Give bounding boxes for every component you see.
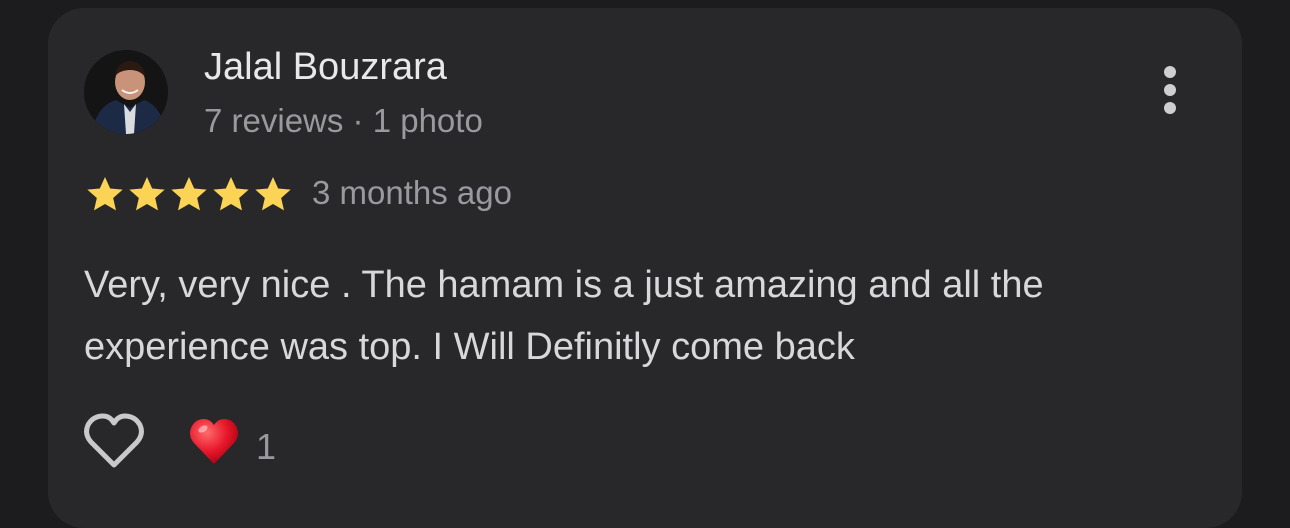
review-time: 3 months ago [312,174,512,211]
reaction-count: 1 [256,426,277,467]
heart-outline-icon [84,413,144,468]
red-heart-emoji-icon[interactable] [188,416,240,468]
star-icon [129,177,165,211]
more-options-button[interactable] [1148,60,1192,120]
like-button[interactable] [82,412,146,470]
star-icon [255,177,291,211]
star-rating [84,174,294,214]
author-meta: 7 reviews · 1 photo [204,102,483,139]
author-name[interactable]: Jalal Bouzrara [204,46,447,89]
star-icon [87,177,123,211]
star-icon [213,177,249,211]
star-icon [171,177,207,211]
avatar[interactable] [84,50,168,134]
review-card: Jalal Bouzrara 7 reviews · 1 photo 3 mon… [48,8,1242,528]
review-text: Very, very nice . The hamam is a just am… [84,264,1044,368]
